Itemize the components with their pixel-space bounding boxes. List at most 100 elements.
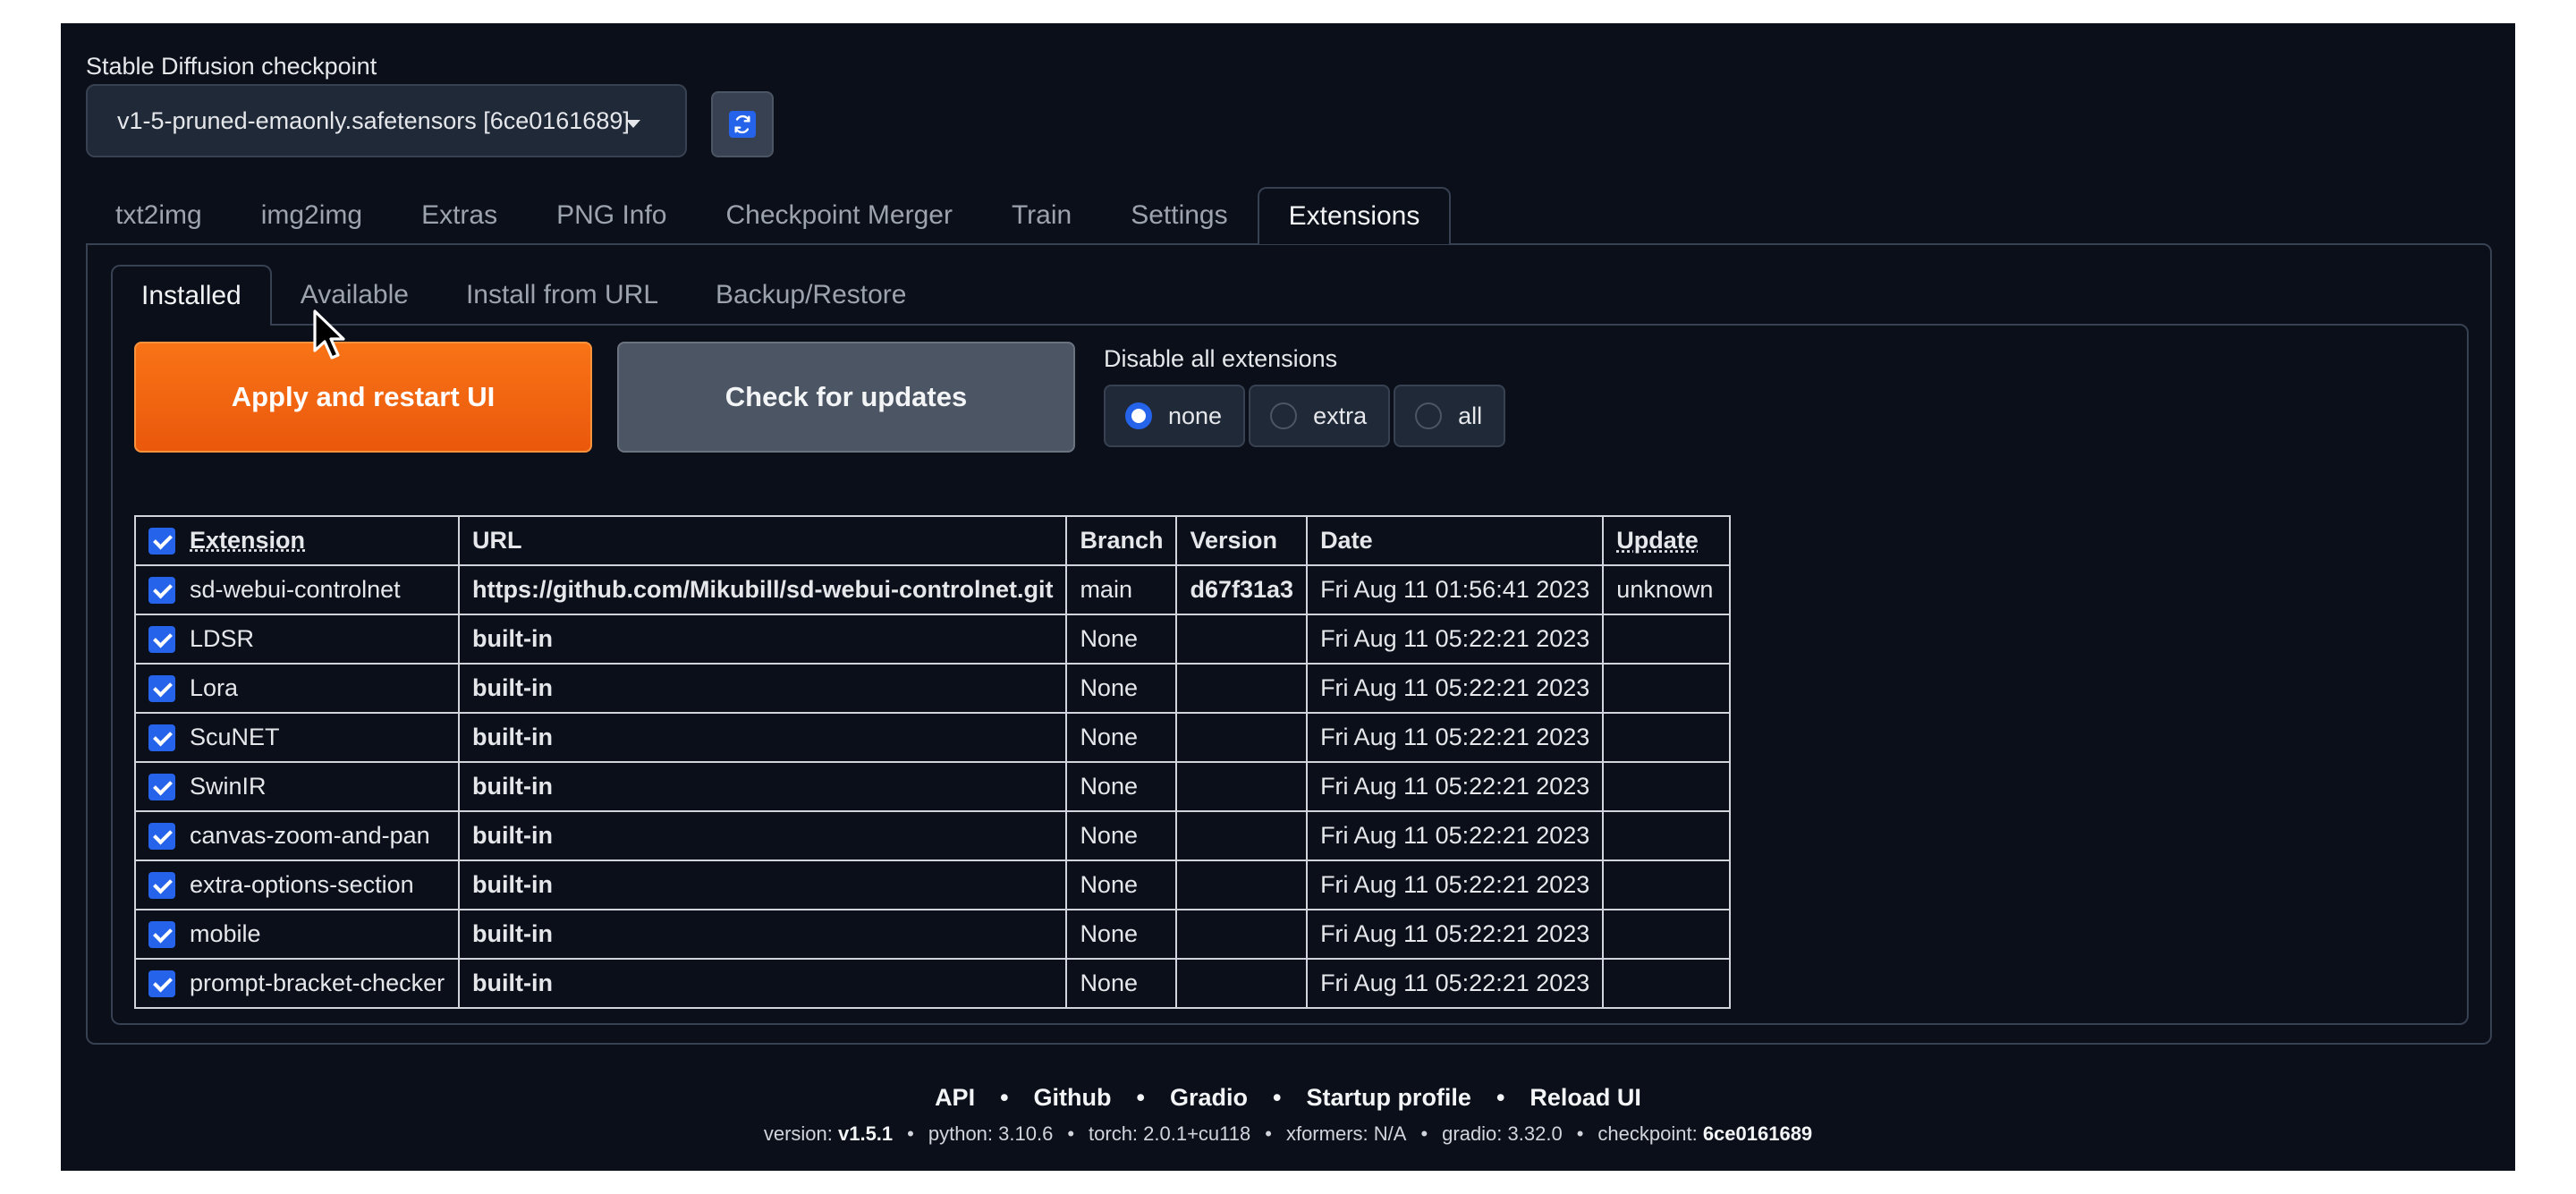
version-info: version: v1.5.1 • python: 3.10.6 • torch: 2.… xyxy=(763,1122,1813,1145)
tab-png-info[interactable]: PNG Info xyxy=(527,187,696,244)
cell-extension: SwinIR xyxy=(134,761,460,812)
header-url: URL xyxy=(457,515,1068,566)
select-all-checkbox[interactable] xyxy=(148,528,175,555)
cell-branch: None xyxy=(1065,810,1178,861)
cell-branch: None xyxy=(1065,860,1178,910)
header-branch: Branch xyxy=(1065,515,1178,566)
cell-url: built-in xyxy=(457,663,1068,714)
cell-version: d67f31a3 xyxy=(1175,564,1309,615)
cell-date: Fri Aug 11 01:56:41 2023 xyxy=(1306,564,1605,615)
tab-checkpoint-merger[interactable]: Checkpoint Merger xyxy=(697,187,982,244)
table-row: mobile built-in None Fri Aug 11 05:22:21 20… xyxy=(134,909,1732,960)
cell-date: Fri Aug 11 05:22:21 2023 xyxy=(1306,663,1605,714)
cell-branch: None xyxy=(1065,958,1178,1009)
installed-panel: Apply and restart UI Check for updates D… xyxy=(111,324,2469,1025)
table-row: canvas-zoom-and-pan built-in None Fri Aug 1… xyxy=(134,810,1732,861)
mouse-pointer-icon xyxy=(313,309,345,360)
apply-restart-button[interactable]: Apply and restart UI xyxy=(134,342,592,453)
radio-indicator xyxy=(1125,402,1152,429)
tab-txt2img[interactable]: txt2img xyxy=(86,187,232,244)
cell-extension: canvas-zoom-and-pan xyxy=(134,810,460,861)
cell-extension: extra-options-section xyxy=(134,860,460,910)
cell-url: built-in xyxy=(457,614,1068,665)
subtab-install-from-url[interactable]: Install from URL xyxy=(437,265,687,326)
header-update[interactable]: Update xyxy=(1602,515,1732,566)
subtab-installed[interactable]: Installed xyxy=(111,265,272,326)
extension-enabled-checkbox[interactable] xyxy=(148,724,175,752)
cell-extension: Lora xyxy=(134,663,460,714)
refresh-icon xyxy=(729,111,756,138)
version-value: N/A xyxy=(1373,1122,1407,1145)
cell-url: https://github.com/Mikubill/sd-webui-con… xyxy=(457,564,1068,615)
version-label: version: xyxy=(763,1122,838,1145)
table-row: extra-options-section built-in None Fri Aug… xyxy=(134,860,1732,910)
cell-version xyxy=(1175,909,1309,960)
cell-version xyxy=(1175,712,1309,763)
cell-url: built-in xyxy=(457,860,1068,910)
checkpoint-dropdown[interactable]: v1-5-pruned-emaonly.safetensors [6ce0161… xyxy=(86,84,687,157)
cell-extension: prompt-bracket-checker xyxy=(134,958,460,1009)
main-tabs: txt2img img2img Extras PNG Info Checkpoi… xyxy=(86,187,1452,244)
cell-extension: sd-webui-controlnet xyxy=(134,564,460,615)
footer-link-github[interactable]: Github xyxy=(1034,1084,1112,1111)
tab-settings[interactable]: Settings xyxy=(1101,187,1257,244)
version-value: 3.32.0 xyxy=(1507,1122,1563,1145)
tab-extensions[interactable]: Extensions xyxy=(1257,187,1452,244)
cell-date: Fri Aug 11 05:22:21 2023 xyxy=(1306,614,1605,665)
extensions-panel: Installed Available Install from URL Bac… xyxy=(86,243,2492,1045)
cell-update xyxy=(1602,958,1732,1009)
cell-version xyxy=(1175,614,1309,665)
footer-link-api[interactable]: API xyxy=(935,1084,975,1111)
extension-enabled-checkbox[interactable] xyxy=(148,577,175,605)
check-updates-button[interactable]: Check for updates xyxy=(617,342,1075,453)
cell-version xyxy=(1175,810,1309,861)
cell-update xyxy=(1602,761,1732,812)
extension-enabled-checkbox[interactable] xyxy=(148,970,175,998)
extensions-sub-tabs: Installed Available Install from URL Bac… xyxy=(111,265,935,326)
extension-enabled-checkbox[interactable] xyxy=(148,626,175,654)
cell-branch: None xyxy=(1065,909,1178,960)
extension-enabled-checkbox[interactable] xyxy=(148,921,175,949)
chevron-down-icon xyxy=(626,120,640,128)
table-row: SwinIR built-in None Fri Aug 11 05:22:21 20… xyxy=(134,761,1732,812)
cell-date: Fri Aug 11 05:22:21 2023 xyxy=(1306,712,1605,763)
footer-link-gradio[interactable]: Gradio xyxy=(1170,1084,1248,1111)
header-version: Version xyxy=(1175,515,1309,566)
extension-enabled-checkbox[interactable] xyxy=(148,675,175,703)
version-value: 6ce0161689 xyxy=(1702,1122,1813,1145)
extension-enabled-checkbox[interactable] xyxy=(148,823,175,851)
footer-link-reload-ui[interactable]: Reload UI xyxy=(1530,1084,1641,1111)
version-value: 2.0.1+cu118 xyxy=(1143,1122,1251,1145)
version-label: xformers: xyxy=(1285,1122,1374,1145)
cell-url: built-in xyxy=(457,761,1068,812)
cell-extension: ScuNET xyxy=(134,712,460,763)
checkpoint-value: v1-5-pruned-emaonly.safetensors [6ce0161… xyxy=(117,106,630,134)
tab-extras[interactable]: Extras xyxy=(392,187,527,244)
radio-none[interactable]: none xyxy=(1104,385,1246,447)
version-value: v1.5.1 xyxy=(837,1122,894,1145)
cell-branch: None xyxy=(1065,614,1178,665)
cell-url: built-in xyxy=(457,909,1068,960)
extension-enabled-checkbox[interactable] xyxy=(148,872,175,900)
cell-date: Fri Aug 11 05:22:21 2023 xyxy=(1306,860,1605,910)
subtab-available[interactable]: Available xyxy=(272,265,437,326)
cell-update xyxy=(1602,663,1732,714)
radio-extra[interactable]: extra xyxy=(1249,385,1391,447)
header-extension[interactable]: Extension xyxy=(134,515,460,566)
cell-update xyxy=(1602,860,1732,910)
radio-all[interactable]: all xyxy=(1394,385,1506,447)
subtab-backup-restore[interactable]: Backup/Restore xyxy=(687,265,935,326)
tab-img2img[interactable]: img2img xyxy=(232,187,392,244)
refresh-checkpoint-button[interactable] xyxy=(711,91,774,157)
footer-links: API • Github • Gradio • Startup profile • Reload… xyxy=(935,1084,1641,1111)
footer-link-startup-profile[interactable]: Startup profile xyxy=(1306,1084,1471,1111)
version-label: python: xyxy=(928,1122,999,1145)
extension-enabled-checkbox[interactable] xyxy=(148,774,175,801)
cell-extension: LDSR xyxy=(134,614,460,665)
tab-train[interactable]: Train xyxy=(982,187,1101,244)
cell-branch: None xyxy=(1065,761,1178,812)
radio-label: none xyxy=(1168,402,1223,429)
cell-date: Fri Aug 11 05:22:21 2023 xyxy=(1306,761,1605,812)
radio-indicator xyxy=(1270,402,1298,429)
cell-version xyxy=(1175,958,1309,1009)
